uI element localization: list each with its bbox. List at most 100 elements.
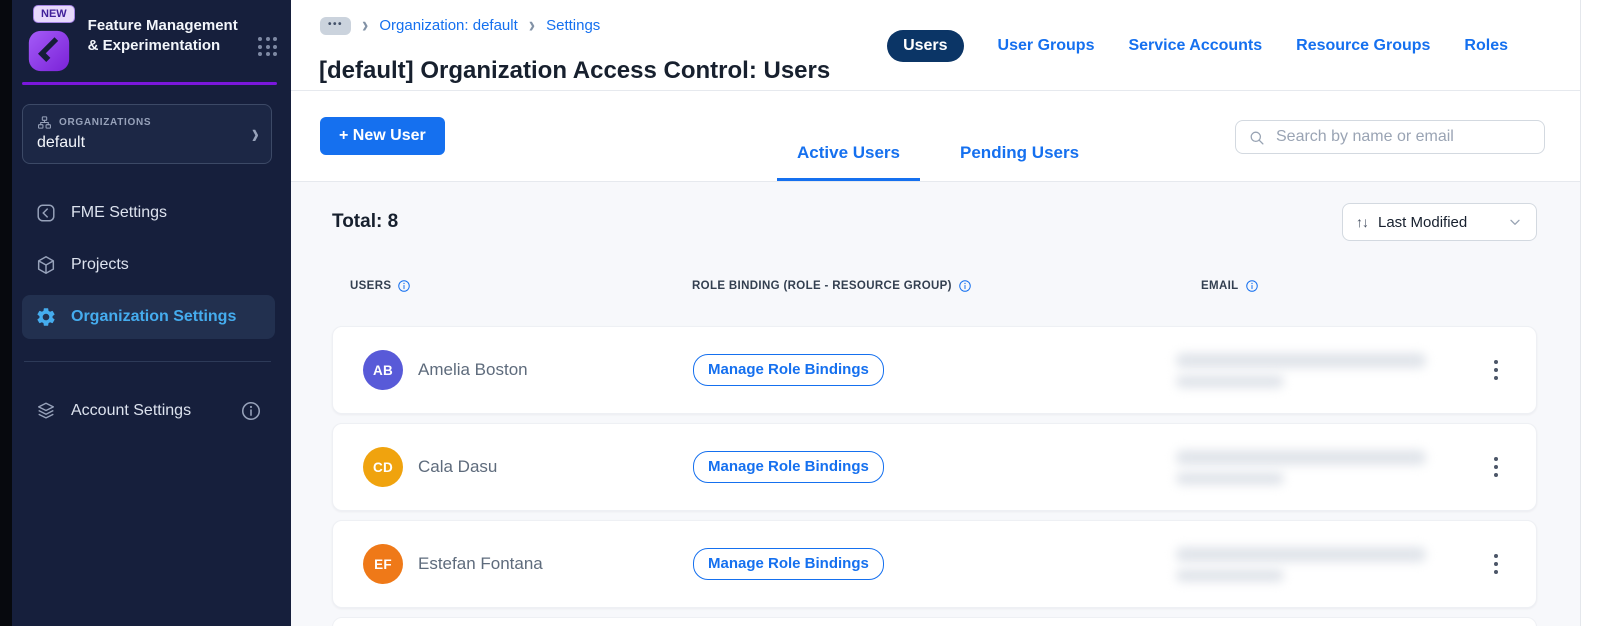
email-blur-line [1176, 471, 1284, 485]
search-input[interactable] [1274, 127, 1532, 147]
sort-label: Last Modified [1378, 213, 1468, 231]
sidebar-item-account-settings[interactable]: Account Settings [22, 389, 275, 433]
table-row: CD Cala Dasu Manage Role Bindings [332, 423, 1537, 511]
gear-icon [35, 306, 57, 328]
new-badge: NEW [33, 5, 75, 23]
email-blur-line [1176, 546, 1426, 562]
app-switcher-icon[interactable] [258, 37, 277, 56]
kebab-dot-icon [1493, 359, 1499, 365]
manage-role-bindings-button[interactable]: Manage Role Bindings [693, 451, 884, 483]
sort-dropdown[interactable]: ↑↓ Last Modified [1342, 203, 1537, 241]
kebab-dot-icon [1493, 569, 1499, 575]
user-cell: CD Cala Dasu [333, 447, 693, 487]
user-cell: EF Estefan Fontana [333, 544, 693, 584]
sidebar-menu: FME Settings Projects Organization Setting… [12, 191, 291, 339]
sidebar-item-label: Account Settings [71, 402, 192, 419]
sidebar-item-organization-settings[interactable]: Organization Settings [22, 295, 275, 339]
tab-resource-groups[interactable]: Resource Groups [1296, 37, 1430, 55]
scrollbar-gutter[interactable] [1580, 0, 1600, 626]
role-binding-cell: Manage Role Bindings [693, 451, 1202, 483]
kebab-dot-icon [1493, 472, 1499, 478]
breadcrumb-separator: › [528, 13, 536, 38]
sidebar-item-label: Organization Settings [71, 308, 237, 325]
organization-value: default [37, 134, 86, 151]
user-name: Cala Dasu [418, 457, 498, 476]
avatar: CD [363, 447, 403, 487]
breadcrumb-link-organization[interactable]: Organization: default [379, 17, 517, 34]
info-icon[interactable] [958, 279, 972, 293]
sidebar: NEW Feature Management & Experimentation… [12, 0, 291, 626]
breadcrumb-separator: › [362, 13, 369, 38]
row-menu-button[interactable] [1489, 548, 1503, 581]
tab-pending-users[interactable]: Pending Users [940, 143, 1099, 181]
app-title: Feature Management & Experimentation [87, 17, 238, 54]
page-title: [default] Organization Access Control: U… [319, 57, 831, 85]
table-row-partial [332, 617, 1537, 626]
chevron-right-icon: › [251, 116, 259, 150]
breadcrumb-link-settings[interactable]: Settings [546, 17, 600, 34]
column-label: USERS [350, 280, 392, 292]
page-header: ••• › Organization: default › Settings [… [291, 0, 1580, 91]
row-actions-cell [1489, 548, 1536, 581]
breadcrumb: ••• › Organization: default › Settings [320, 13, 600, 38]
kebab-dot-icon [1493, 553, 1499, 559]
role-binding-cell: Manage Role Bindings [693, 354, 1202, 386]
email-blur-line [1176, 449, 1426, 465]
email-cell-redacted [1176, 352, 1489, 388]
sidebar-item-projects[interactable]: Projects [22, 243, 275, 287]
access-control-tabs: Users User Groups Service Accounts Resource… [887, 30, 1508, 62]
app-logo-icon [27, 29, 71, 73]
kebab-dot-icon [1493, 464, 1499, 470]
kebab-dot-icon [1493, 456, 1499, 462]
column-label: ROLE BINDING (ROLE - RESOURCE GROUP) [692, 280, 952, 292]
sidebar-item-fme-settings[interactable]: FME Settings [22, 191, 275, 235]
avatar: AB [363, 350, 403, 390]
row-menu-button[interactable] [1489, 354, 1503, 387]
user-name: Estefan Fontana [418, 554, 543, 573]
table-row: AB Amelia Boston Manage Role Bindings [332, 326, 1537, 414]
sidebar-divider [24, 361, 271, 362]
info-icon[interactable] [397, 279, 411, 293]
kebab-dot-icon [1493, 375, 1499, 381]
sidebar-item-label: FME Settings [71, 204, 168, 221]
window-edge [0, 0, 12, 626]
row-actions-cell [1489, 451, 1536, 484]
organization-selector[interactable]: ORGANIZATIONS default › [22, 104, 272, 164]
tab-roles[interactable]: Roles [1464, 37, 1508, 55]
email-cell-redacted [1176, 546, 1489, 582]
main-area: ••• › Organization: default › Settings [… [291, 0, 1600, 626]
new-user-button[interactable]: + New User [320, 117, 445, 155]
info-icon[interactable] [1245, 279, 1259, 293]
sidebar-header: NEW Feature Management & Experimentation [12, 0, 291, 73]
info-icon[interactable] [240, 400, 262, 422]
total-count: Total: 8 [332, 211, 399, 232]
tab-user-groups[interactable]: User Groups [998, 37, 1095, 55]
fme-logo-icon [35, 202, 57, 224]
email-blur-line [1176, 568, 1284, 582]
sidebar-item-label: Projects [71, 256, 129, 273]
user-name: Amelia Boston [418, 360, 528, 379]
manage-role-bindings-button[interactable]: Manage Role Bindings [693, 548, 884, 580]
column-header-role-binding-role-resource-group: ROLE BINDING (ROLE - RESOURCE GROUP) [692, 279, 1201, 293]
tab-active-users[interactable]: Active Users [777, 143, 921, 181]
chevron-down-icon [1507, 214, 1523, 230]
organization-meta: ORGANIZATIONS default [37, 115, 252, 152]
column-header-users: USERS [332, 279, 692, 293]
logo-block: NEW [27, 5, 75, 73]
actions-row: + New User Active Users Pending Users [291, 91, 1580, 182]
row-menu-button[interactable] [1489, 451, 1503, 484]
table-rows: AB Amelia Boston Manage Role Bindings CD Cal… [332, 326, 1537, 626]
role-binding-cell: Manage Role Bindings [693, 548, 1202, 580]
tab-users[interactable]: Users [887, 30, 964, 62]
row-actions-cell [1489, 354, 1536, 387]
user-cell: AB Amelia Boston [333, 350, 693, 390]
users-list: Total: 8 ↑↓ Last Modified USERS ROLE BIND… [291, 182, 1580, 626]
search-box [1235, 120, 1545, 154]
tab-service-accounts[interactable]: Service Accounts [1128, 37, 1262, 55]
manage-role-bindings-button[interactable]: Manage Role Bindings [693, 354, 884, 386]
brand-divider [22, 82, 277, 85]
organizations-label: ORGANIZATIONS [59, 117, 152, 128]
breadcrumb-ellipsis-button[interactable]: ••• [320, 16, 352, 35]
search-icon [1248, 129, 1265, 146]
table-header: USERS ROLE BINDING (ROLE - RESOURCE GROUP… [332, 279, 1537, 293]
